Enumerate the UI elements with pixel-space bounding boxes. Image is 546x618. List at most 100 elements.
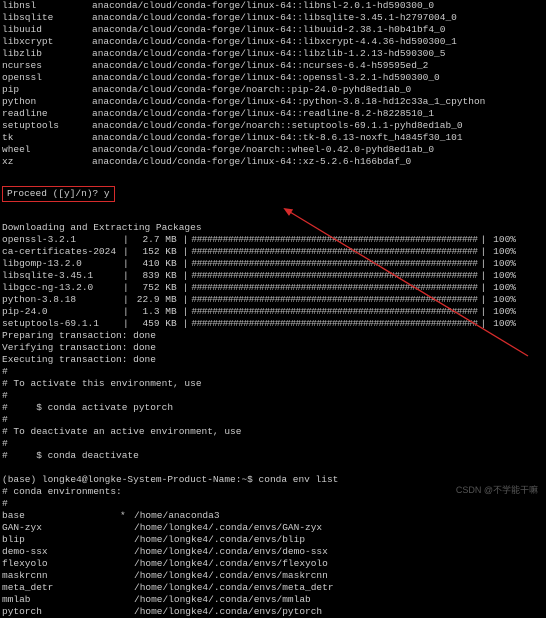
env-name: GAN-zyx — [2, 522, 120, 534]
download-size: 1.3 MB — [132, 306, 180, 318]
package-row: libxcryptanaconda/cloud/conda-forge/linu… — [2, 36, 544, 48]
package-name: xz — [2, 156, 92, 168]
env-active-star — [120, 594, 134, 606]
message-line: # — [2, 366, 544, 378]
env-active-star — [120, 570, 134, 582]
download-name: libsqlite-3.45.1 — [2, 270, 120, 282]
download-row: pip-24.0|1.3 MB|########################… — [2, 306, 544, 318]
package-row: libnslanaconda/cloud/conda-forge/linux-6… — [2, 0, 544, 12]
package-row: opensslanaconda/cloud/conda-forge/linux-… — [2, 72, 544, 84]
transaction-line: Executing transaction: done — [2, 354, 544, 366]
progress-bar: ########################################… — [191, 282, 477, 294]
package-name: ncurses — [2, 60, 92, 72]
proceed-prompt[interactable]: Proceed ([y]/n)? y — [2, 186, 115, 202]
package-spec: anaconda/cloud/conda-forge/linux-64::lib… — [92, 24, 544, 36]
env-name: flexyolo — [2, 558, 120, 570]
transaction-status: Preparing transaction: doneVerifying tra… — [2, 330, 544, 366]
env-row: demo-ssx/home/longke4/.conda/envs/demo-s… — [2, 546, 544, 558]
env-name: mmlab — [2, 594, 120, 606]
env-row: mmlab/home/longke4/.conda/envs/mmlab — [2, 594, 544, 606]
env-row: flexyolo/home/longke4/.conda/envs/flexyo… — [2, 558, 544, 570]
transaction-line: Verifying transaction: done — [2, 342, 544, 354]
package-spec: anaconda/cloud/conda-forge/linux-64::xz-… — [92, 156, 544, 168]
download-row: python-3.8.18|22.9 MB|##################… — [2, 294, 544, 306]
env-name: blip — [2, 534, 120, 546]
env-row: base*/home/anaconda3 — [2, 510, 544, 522]
shell-prompt: (base) longke4@longke-System-Product-Nam… — [2, 474, 259, 485]
env-path: /home/longke4/.conda/envs/meta_detr — [134, 582, 334, 594]
progress-bar: ########################################… — [191, 306, 477, 318]
env-active-star — [120, 606, 134, 618]
package-name: setuptools — [2, 120, 92, 132]
progress-bar: ########################################… — [191, 318, 477, 330]
env-row: pytorch/home/longke4/.conda/envs/pytorch — [2, 606, 544, 618]
env-path: /home/longke4/.conda/envs/pytorch — [134, 606, 322, 618]
env-active-star — [120, 534, 134, 546]
package-row: xzanaconda/cloud/conda-forge/linux-64::x… — [2, 156, 544, 168]
download-row: setuptools-69.1.1|459 KB|###############… — [2, 318, 544, 330]
env-active-star — [120, 558, 134, 570]
package-spec: anaconda/cloud/conda-forge/linux-64::lib… — [92, 48, 544, 60]
download-row: libgcc-ng-13.2.0|752 KB|################… — [2, 282, 544, 294]
download-name: pip-24.0 — [2, 306, 120, 318]
package-spec: anaconda/cloud/conda-forge/linux-64::ope… — [92, 72, 544, 84]
package-name: wheel — [2, 144, 92, 156]
message-line: # — [2, 390, 544, 402]
progress-bar: ########################################… — [191, 294, 477, 306]
env-row: blip/home/longke4/.conda/envs/blip — [2, 534, 544, 546]
download-header: Downloading and Extracting Packages — [2, 222, 544, 234]
download-size: 410 KB — [132, 258, 180, 270]
env-list: base*/home/anaconda3GAN-zyx/home/longke4… — [2, 510, 544, 618]
package-name: openssl — [2, 72, 92, 84]
message-line: # To deactivate an active environment, u… — [2, 426, 544, 438]
package-spec: anaconda/cloud/conda-forge/linux-64::lib… — [92, 12, 544, 24]
package-spec: anaconda/cloud/conda-forge/linux-64::pyt… — [92, 96, 544, 108]
download-pct: 100% — [489, 234, 516, 246]
package-row: wheelanaconda/cloud/conda-forge/noarch::… — [2, 144, 544, 156]
package-spec: anaconda/cloud/conda-forge/noarch::setup… — [92, 120, 544, 132]
message-line: # To activate this environment, use — [2, 378, 544, 390]
download-pct: 100% — [489, 282, 516, 294]
env-row: maskrcnn/home/longke4/.conda/envs/maskrc… — [2, 570, 544, 582]
download-row: libgomp-13.2.0|410 KB|##################… — [2, 258, 544, 270]
message-line — [2, 462, 544, 474]
env-name: pytorch — [2, 606, 120, 618]
download-pct: 100% — [489, 318, 516, 330]
download-row: ca-certificates-2024|152 KB|############… — [2, 246, 544, 258]
activation-message: ## To activate this environment, use## $… — [2, 366, 544, 474]
env-active-star — [120, 582, 134, 594]
package-row: pipanaconda/cloud/conda-forge/noarch::pi… — [2, 84, 544, 96]
env-name: maskrcnn — [2, 570, 120, 582]
package-list: libnslanaconda/cloud/conda-forge/linux-6… — [2, 0, 544, 168]
env-path: /home/longke4/.conda/envs/mmlab — [134, 594, 311, 606]
package-name: libzlib — [2, 48, 92, 60]
package-name: python — [2, 96, 92, 108]
package-row: libzlibanaconda/cloud/conda-forge/linux-… — [2, 48, 544, 60]
package-name: libsqlite — [2, 12, 92, 24]
env-path: /home/longke4/.conda/envs/blip — [134, 534, 305, 546]
package-name: libnsl — [2, 0, 92, 12]
download-size: 22.9 MB — [132, 294, 180, 306]
terminal-output: libnslanaconda/cloud/conda-forge/linux-6… — [2, 0, 544, 618]
env-path: /home/longke4/.conda/envs/demo-ssx — [134, 546, 328, 558]
package-spec: anaconda/cloud/conda-forge/noarch::wheel… — [92, 144, 544, 156]
message-line: # — [2, 438, 544, 450]
download-pct: 100% — [489, 246, 516, 258]
watermark: CSDN @不学能干嘛 — [456, 484, 538, 496]
env-path: /home/longke4/.conda/envs/flexyolo — [134, 558, 328, 570]
env-active-star — [120, 546, 134, 558]
shell-command: conda env list — [259, 474, 339, 485]
env-path: /home/longke4/.conda/envs/maskrcnn — [134, 570, 328, 582]
package-row: libuuidanaconda/cloud/conda-forge/linux-… — [2, 24, 544, 36]
download-size: 459 KB — [132, 318, 180, 330]
env-name: meta_detr — [2, 582, 120, 594]
download-name: libgcc-ng-13.2.0 — [2, 282, 120, 294]
package-name: readline — [2, 108, 92, 120]
transaction-line: Preparing transaction: done — [2, 330, 544, 342]
progress-bar: ########################################… — [191, 270, 477, 282]
package-row: setuptoolsanaconda/cloud/conda-forge/noa… — [2, 120, 544, 132]
download-size: 152 KB — [132, 246, 180, 258]
package-spec: anaconda/cloud/conda-forge/noarch::pip-2… — [92, 84, 544, 96]
download-size: 752 KB — [132, 282, 180, 294]
download-row: libsqlite-3.45.1|839 KB|################… — [2, 270, 544, 282]
